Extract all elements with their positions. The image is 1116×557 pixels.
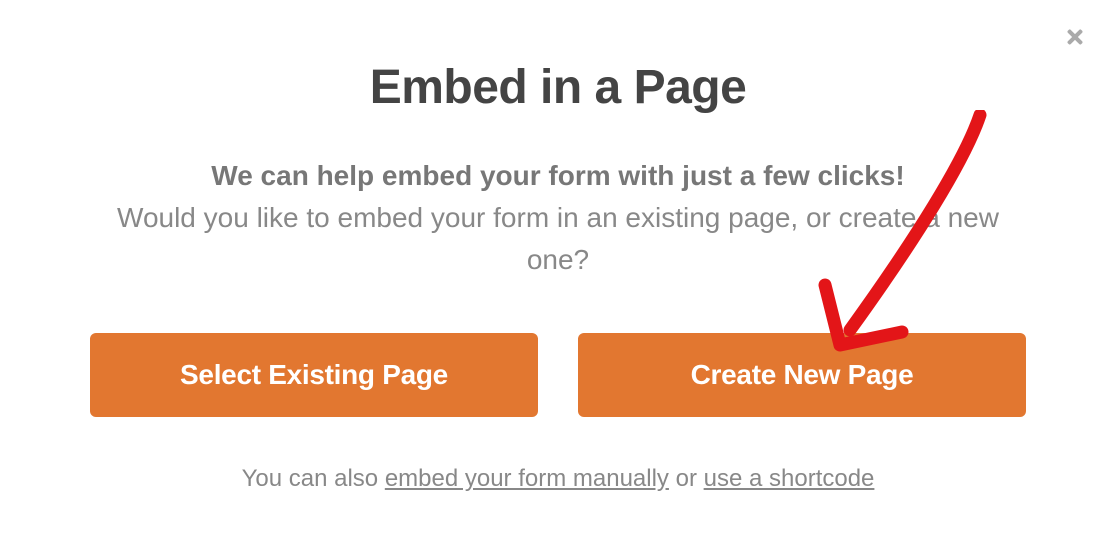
embed-manually-link[interactable]: embed your form manually xyxy=(385,465,669,492)
subtitle-bold: We can help embed your form with just a … xyxy=(211,160,904,191)
footer-text: You can also embed your form manually or… xyxy=(90,465,1026,493)
select-existing-page-button[interactable]: Select Existing Page xyxy=(90,333,538,417)
dialog-subtitle: We can help embed your form with just a … xyxy=(90,155,1026,281)
button-row: Select Existing Page Create New Page xyxy=(90,333,1026,417)
footer-middle: or xyxy=(669,465,704,492)
create-new-page-button[interactable]: Create New Page xyxy=(578,333,1026,417)
close-icon xyxy=(1064,26,1086,48)
close-button[interactable] xyxy=(1058,20,1092,59)
use-shortcode-link[interactable]: use a shortcode xyxy=(704,465,875,492)
embed-dialog: Embed in a Page We can help embed your f… xyxy=(0,0,1116,553)
subtitle-rest: Would you like to embed your form in an … xyxy=(117,202,999,275)
dialog-title: Embed in a Page xyxy=(90,60,1026,115)
footer-prefix: You can also xyxy=(242,465,385,492)
